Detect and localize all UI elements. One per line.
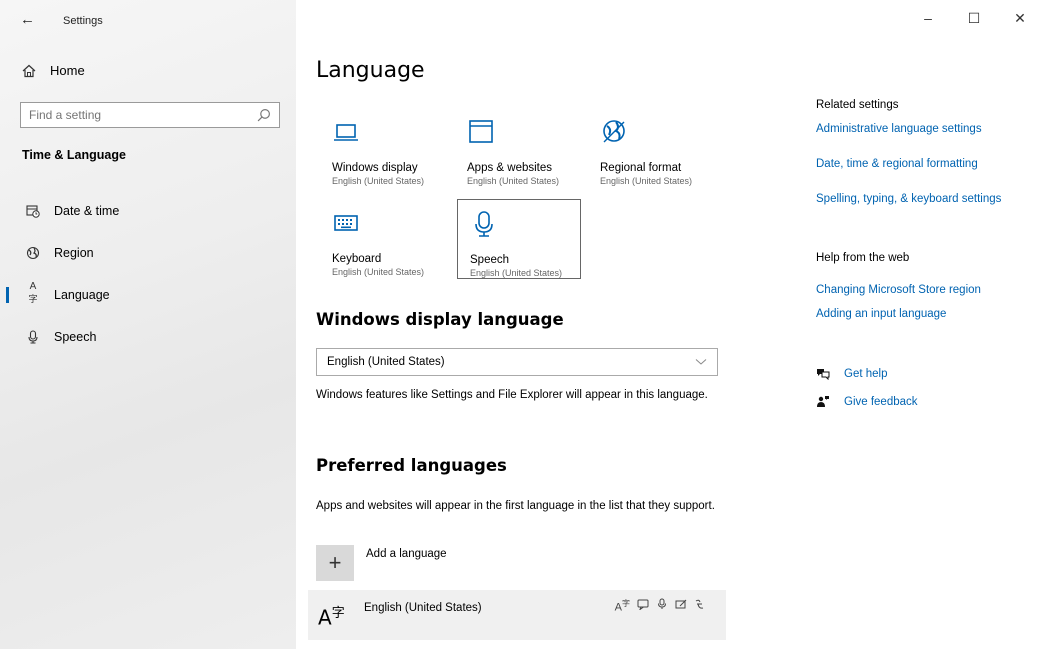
tile-label: Regional format (600, 162, 682, 174)
sidebar-item-label: Home (50, 63, 85, 78)
globe-icon (603, 120, 625, 143)
link-adding-input-language[interactable]: Adding an input language (816, 308, 946, 320)
section-title: Time & Language (22, 148, 126, 162)
feedback-icon (817, 396, 829, 407)
tile-label: Speech (470, 254, 510, 266)
add-language-button[interactable]: + Add a language (316, 545, 447, 581)
preferred-languages-description: Apps and websites will appear in the fir… (316, 500, 715, 512)
plus-icon: + (316, 545, 354, 581)
display-language-dropdown[interactable]: English (United States) (316, 348, 718, 376)
date-time-icon (26, 205, 40, 218)
window-title: Settings (63, 15, 103, 27)
help-from-web-heading: Help from the web (816, 252, 910, 264)
tile-keyboard[interactable]: Keyboard English (United States) (320, 199, 444, 279)
related-settings-heading: Related settings (816, 99, 899, 111)
link-spelling-typing-keyboard-settings[interactable]: Spelling, typing, & keyboard settings (816, 193, 1001, 205)
main-content: Language Windows display English (United… (308, 0, 776, 649)
tile-value: English (United States) (600, 176, 693, 186)
microphone-icon (28, 330, 38, 344)
sidebar-item-label: Language (54, 288, 110, 302)
sidebar-item-label: Speech (54, 330, 97, 344)
link-date-time-regional-formatting[interactable]: Date, time & regional formatting (816, 158, 978, 170)
dropdown-value: English (United States) (327, 356, 445, 368)
back-arrow-icon[interactable]: ← (20, 11, 35, 28)
sidebar: Home Time & Language Date & time Region (0, 0, 296, 649)
microphone-icon (475, 211, 493, 237)
tile-value: English (United States) (332, 267, 425, 277)
typing-capability-icon (695, 599, 704, 609)
get-help-label: Get help (844, 367, 888, 380)
language-icon: A字 (28, 280, 38, 304)
tile-regional-format[interactable]: Regional format English (United States) (588, 108, 712, 188)
preferred-languages-heading: Preferred languages (316, 456, 507, 475)
sidebar-item-date-time[interactable]: Date & time (0, 190, 296, 232)
sidebar-item-label: Region (54, 246, 94, 260)
tile-label: Apps & websites (467, 162, 553, 174)
globe-icon (26, 246, 40, 260)
link-administrative-language-settings[interactable]: Administrative language settings (816, 123, 982, 135)
tile-label: Keyboard (332, 253, 382, 265)
speech-capability-icon (658, 598, 666, 609)
handwriting-capability-icon (675, 599, 687, 609)
window-icon (469, 120, 493, 143)
language-icon: A字 (318, 605, 345, 630)
language-capabilities: A字 (615, 598, 706, 614)
tile-value: English (United States) (470, 268, 563, 278)
text-to-speech-icon (637, 599, 649, 610)
sidebar-nav: Date & time Region A字 Language Speech (0, 190, 296, 358)
page-title: Language (316, 58, 425, 83)
language-list-item[interactable]: A字 English (United States) A字 (308, 590, 726, 640)
chat-help-icon (817, 369, 830, 380)
give-feedback-link[interactable]: Give feedback (816, 395, 918, 409)
tile-apps-websites[interactable]: Apps & websites English (United States) (455, 108, 579, 188)
language-name: English (United States) (364, 602, 482, 614)
laptop-icon (334, 124, 358, 141)
get-help-link[interactable]: Get help (816, 367, 887, 380)
sidebar-item-label: Date & time (54, 204, 120, 218)
related-panel: Related settings Administrative language… (816, 0, 1036, 649)
search-icon (257, 109, 270, 122)
give-feedback-label: Give feedback (844, 396, 918, 408)
keyboard-icon (334, 215, 358, 231)
tile-value: English (United States) (467, 176, 560, 186)
home-icon (22, 64, 36, 77)
display-language-heading: Windows display language (316, 310, 564, 329)
tile-speech[interactable]: Speech English (United States) (457, 199, 581, 279)
tile-label: Windows display (332, 162, 418, 174)
display-language-description: Windows features like Settings and File … (316, 389, 708, 401)
search-field[interactable] (20, 102, 280, 128)
tile-windows-display[interactable]: Windows display English (United States) (320, 108, 444, 188)
sidebar-item-home[interactable]: Home (22, 63, 85, 78)
link-changing-microsoft-store-region[interactable]: Changing Microsoft Store region (816, 284, 981, 296)
sidebar-item-region[interactable]: Region (0, 232, 296, 274)
chevron-down-icon (695, 359, 707, 365)
display-language-capability-icon: A字 (614, 599, 630, 614)
tile-value: English (United States) (332, 176, 425, 186)
sidebar-item-speech[interactable]: Speech (0, 316, 296, 358)
sidebar-item-language[interactable]: A字 Language (0, 274, 296, 316)
add-language-label: Add a language (366, 548, 447, 560)
search-input[interactable] (29, 108, 257, 122)
